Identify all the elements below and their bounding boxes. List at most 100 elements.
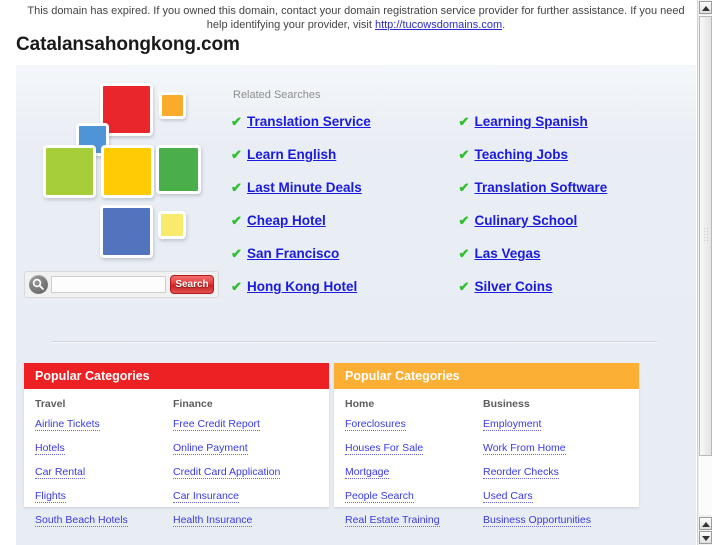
paleyellow-square bbox=[158, 211, 186, 239]
related-search-item[interactable]: ✔ Translation Software bbox=[459, 180, 687, 213]
green-check-icon: ✔ bbox=[458, 246, 470, 261]
related-search-link[interactable]: Silver Coins bbox=[475, 279, 553, 294]
related-search-link[interactable]: Teaching Jobs bbox=[475, 147, 569, 162]
page-body: Search Related Searches ✔ Translation Ser… bbox=[16, 65, 696, 545]
related-searches-heading: Related Searches bbox=[233, 89, 321, 101]
related-search-item[interactable]: ✔ Silver Coins bbox=[459, 279, 687, 312]
section-divider bbox=[52, 341, 657, 343]
lightgreen-square bbox=[43, 145, 96, 198]
search-form: Search bbox=[24, 271, 219, 298]
scrollbar-down-button[interactable] bbox=[699, 531, 712, 544]
category-link[interactable]: Airline Tickets bbox=[35, 418, 100, 431]
category-box-header: Popular Categories bbox=[334, 363, 639, 389]
category-link[interactable]: Hotels bbox=[35, 442, 65, 455]
related-search-link[interactable]: Las Vegas bbox=[475, 246, 541, 261]
page-title: Catalansahongkong.com bbox=[16, 34, 240, 55]
scroll-down-arrow-icon bbox=[702, 536, 710, 541]
category-column-title: Finance bbox=[173, 398, 213, 410]
related-search-item[interactable]: ✔ Learning Spanish bbox=[459, 114, 687, 147]
related-searches-section: Related Searches ✔ Translation Service ✔ Le… bbox=[231, 89, 686, 312]
related-search-link[interactable]: Learn English bbox=[247, 147, 336, 162]
category-link[interactable]: Business Opportunities bbox=[483, 514, 591, 527]
category-link[interactable]: Flights bbox=[35, 490, 66, 503]
category-column-title: Business bbox=[483, 398, 530, 410]
category-column: Travel Airline Tickets Hotels Car Rental Fli… bbox=[35, 398, 173, 538]
related-search-link[interactable]: Learning Spanish bbox=[475, 114, 588, 129]
category-link[interactable]: Credit Card Application bbox=[173, 466, 281, 479]
category-column-title: Travel bbox=[35, 398, 66, 410]
category-link[interactable]: People Search bbox=[345, 490, 414, 503]
green-square bbox=[156, 145, 201, 194]
scroll-up-arrow-icon bbox=[702, 522, 710, 527]
category-column: Finance Free Credit Report Online Payment C… bbox=[173, 398, 311, 538]
related-search-item[interactable]: ✔ Translation Service bbox=[231, 114, 459, 147]
related-search-link[interactable]: Cheap Hotel bbox=[247, 213, 326, 228]
related-search-item[interactable]: ✔ Cheap Hotel bbox=[231, 213, 459, 246]
related-search-item[interactable]: ✔ Teaching Jobs bbox=[459, 147, 687, 180]
vertical-scrollbar[interactable] bbox=[697, 0, 712, 545]
scrollbar-up-button[interactable] bbox=[699, 1, 712, 14]
related-search-item[interactable]: ✔ Last Minute Deals bbox=[231, 180, 459, 213]
related-search-link[interactable]: Translation Software bbox=[475, 180, 608, 195]
related-search-link[interactable]: Culinary School bbox=[475, 213, 578, 228]
related-search-link[interactable]: Last Minute Deals bbox=[247, 180, 362, 195]
category-column: Business Employment Work From Home Reorder … bbox=[483, 398, 621, 538]
related-search-item[interactable]: ✔ Culinary School bbox=[459, 213, 687, 246]
category-link[interactable]: Car Insurance bbox=[173, 490, 239, 503]
related-searches-columns: ✔ Translation Service ✔ Learn English ✔ Last … bbox=[231, 114, 686, 312]
scrollbar-grip bbox=[703, 227, 710, 241]
yellow-square bbox=[101, 145, 154, 198]
category-link[interactable]: Health Insurance bbox=[173, 514, 253, 527]
green-check-icon: ✔ bbox=[231, 114, 242, 129]
popular-categories-box-red: Popular Categories Travel Airline Tickets… bbox=[24, 363, 329, 527]
darkblue-square bbox=[100, 205, 153, 258]
related-search-link[interactable]: Translation Service bbox=[247, 114, 371, 129]
green-check-icon: ✔ bbox=[458, 114, 470, 129]
orange-square bbox=[159, 92, 186, 119]
category-link[interactable]: Foreclosures bbox=[345, 418, 406, 431]
related-search-item[interactable]: ✔ Hong Kong Hotel bbox=[231, 279, 459, 312]
related-search-item[interactable]: ✔ Learn English bbox=[231, 147, 459, 180]
related-searches-column-0: ✔ Translation Service ✔ Learn English ✔ Last … bbox=[231, 114, 459, 312]
domain-expired-notice: This domain has expired. If you owned th… bbox=[16, 0, 696, 35]
category-link[interactable]: Employment bbox=[483, 418, 542, 431]
green-check-icon: ✔ bbox=[458, 213, 470, 228]
category-link[interactable]: Online Payment bbox=[173, 442, 248, 455]
green-check-icon: ✔ bbox=[231, 213, 242, 228]
green-check-icon: ✔ bbox=[231, 246, 242, 261]
related-search-link[interactable]: Hong Kong Hotel bbox=[247, 279, 357, 294]
title-bar: Catalansahongkong.com bbox=[16, 33, 696, 65]
search-button[interactable]: Search bbox=[170, 275, 214, 294]
category-link[interactable]: Used Cars bbox=[483, 490, 533, 503]
category-column-title: Home bbox=[345, 398, 375, 410]
tucows-domains-link[interactable]: http://tucowsdomains.com bbox=[375, 19, 502, 31]
scrollbar-thumb[interactable] bbox=[699, 16, 712, 456]
green-check-icon: ✔ bbox=[458, 180, 470, 195]
category-box-body: Home Foreclosures Houses For Sale Mortgage P… bbox=[334, 389, 639, 538]
category-link[interactable]: Real Estate Training bbox=[345, 514, 440, 527]
category-link[interactable]: South Beach Hotels bbox=[35, 514, 128, 527]
category-box-body: Travel Airline Tickets Hotels Car Rental Fli… bbox=[24, 389, 329, 538]
related-search-item[interactable]: ✔ Las Vegas bbox=[459, 246, 687, 279]
related-searches-column-1: ✔ Learning Spanish ✔ Teaching Jobs ✔ Translat… bbox=[459, 114, 687, 312]
related-search-link[interactable]: San Francisco bbox=[247, 246, 339, 261]
notice-text-after: . bbox=[502, 19, 506, 31]
scrollbar-up-button-bottom[interactable] bbox=[699, 517, 712, 530]
logo-mosaic bbox=[38, 83, 218, 273]
magnifier-icon bbox=[29, 275, 48, 294]
category-box-header: Popular Categories bbox=[24, 363, 329, 389]
category-link[interactable]: Mortgage bbox=[345, 466, 390, 479]
green-check-icon: ✔ bbox=[458, 147, 470, 162]
notice-text-before: This domain has expired. If you owned th… bbox=[27, 5, 685, 31]
related-search-item[interactable]: ✔ San Francisco bbox=[231, 246, 459, 279]
green-check-icon: ✔ bbox=[231, 180, 242, 195]
category-column: Home Foreclosures Houses For Sale Mortgage P… bbox=[345, 398, 483, 538]
green-check-icon: ✔ bbox=[458, 279, 470, 294]
category-link[interactable]: Free Credit Report bbox=[173, 418, 260, 431]
category-link[interactable]: Houses For Sale bbox=[345, 442, 424, 455]
category-link[interactable]: Work From Home bbox=[483, 442, 566, 455]
category-link[interactable]: Reorder Checks bbox=[483, 466, 559, 479]
category-link[interactable]: Car Rental bbox=[35, 466, 86, 479]
search-input[interactable] bbox=[51, 276, 166, 293]
scroll-up-arrow-icon bbox=[702, 6, 710, 11]
